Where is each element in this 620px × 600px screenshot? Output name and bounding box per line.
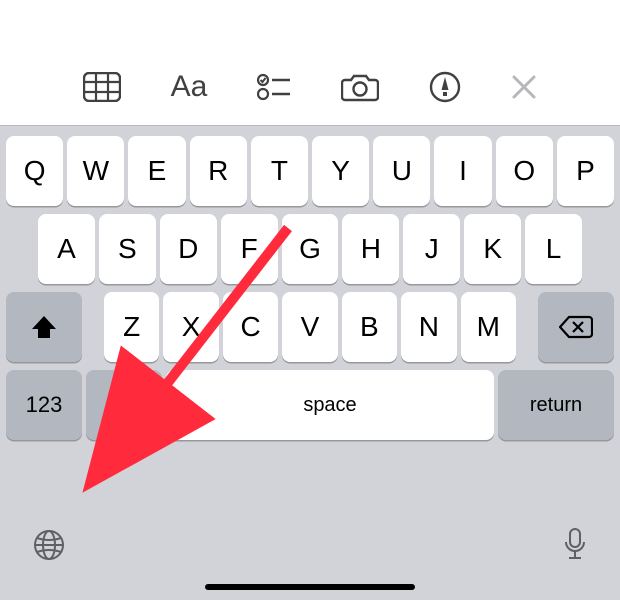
numbers-key[interactable]: 123 [6,370,82,440]
emoji-key[interactable] [86,370,162,440]
key-k[interactable]: K [464,214,521,284]
key-g[interactable]: G [282,214,339,284]
key-q[interactable]: Q [6,136,63,206]
key-a[interactable]: A [38,214,95,284]
shift-key[interactable] [6,292,82,362]
shift-icon [30,314,58,340]
key-u[interactable]: U [373,136,430,206]
key-j[interactable]: J [403,214,460,284]
home-indicator[interactable] [205,584,415,590]
keyboard: Q W E R T Y U I O P A S D F G H J K L [0,125,620,600]
key-row-2: A S D F G H J K L [38,214,582,284]
key-h[interactable]: H [342,214,399,284]
return-key[interactable]: return [498,370,614,440]
dictation-icon[interactable] [562,527,588,563]
checklist-icon[interactable] [257,73,291,101]
backspace-key[interactable] [538,292,614,362]
key-e[interactable]: E [128,136,185,206]
key-r[interactable]: R [190,136,247,206]
key-row-1: Q W E R T Y U I O P [6,136,614,206]
key-p[interactable]: P [557,136,614,206]
emoji-icon [109,390,139,420]
markup-icon[interactable] [429,71,461,103]
backspace-icon [559,315,593,339]
key-w[interactable]: W [67,136,124,206]
key-d[interactable]: D [160,214,217,284]
key-b[interactable]: B [342,292,397,362]
key-row-3: Z X C V B N M [6,292,614,362]
key-m[interactable]: M [461,292,516,362]
text-format-icon[interactable]: Aa [171,72,208,102]
camera-icon[interactable] [341,72,379,102]
close-icon[interactable] [511,74,537,100]
table-icon[interactable] [83,72,121,102]
key-v[interactable]: V [282,292,337,362]
format-toolbar: Aa [0,56,620,118]
key-z[interactable]: Z [104,292,159,362]
key-f[interactable]: F [221,214,278,284]
key-t[interactable]: T [251,136,308,206]
key-l[interactable]: L [525,214,582,284]
space-key[interactable]: space [166,370,494,440]
key-y[interactable]: Y [312,136,369,206]
key-x[interactable]: X [163,292,218,362]
key-o[interactable]: O [496,136,553,206]
key-n[interactable]: N [401,292,456,362]
key-s[interactable]: S [99,214,156,284]
key-row-4: 123 space return [6,370,614,440]
key-c[interactable]: C [223,292,278,362]
key-i[interactable]: I [434,136,491,206]
globe-icon[interactable] [32,528,66,562]
